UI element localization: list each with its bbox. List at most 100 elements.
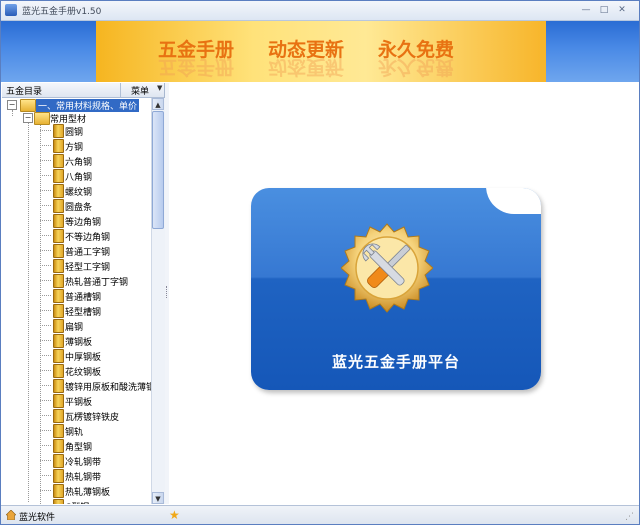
book-icon: [53, 469, 64, 483]
book-icon: [53, 304, 64, 318]
tree-item-label: 钢轨: [65, 428, 84, 438]
book-icon: [53, 439, 64, 453]
tree-item-label: 六角钢: [65, 158, 93, 168]
tree-item-label: 薄钢板: [65, 338, 93, 348]
tree-item-label: 普通工字钢: [65, 248, 111, 258]
book-icon: [53, 334, 64, 348]
tree-item-label: 八角钢: [65, 173, 93, 183]
maximize-button[interactable]: □: [597, 4, 611, 16]
book-icon: [53, 214, 64, 228]
book-icon: [53, 349, 64, 363]
tree-item[interactable]: C型钢: [2, 499, 151, 504]
tree-item[interactable]: 普通槽钢: [2, 289, 151, 303]
tree-item[interactable]: 镀锌用原板和酸洗薄钢板: [2, 379, 151, 393]
tree-item-label: 中厚钢板: [65, 353, 102, 363]
resize-grip-icon[interactable]: ⋰: [625, 512, 635, 522]
banner-slogan-2-reflection: 动态更新: [268, 56, 345, 78]
book-icon: [53, 154, 64, 168]
tree-item[interactable]: 六角钢: [2, 154, 151, 168]
tree-menu-label: 菜单: [131, 87, 150, 97]
tree-item[interactable]: 圆钢: [2, 124, 151, 138]
card-corner-cutout: [486, 188, 541, 214]
chevron-down-icon: ▼: [157, 84, 163, 92]
tree-item[interactable]: 角型钢: [2, 439, 151, 453]
book-icon: [53, 379, 64, 393]
book-icon: [53, 124, 64, 138]
platform-card-title: 蓝光五金手册平台: [331, 353, 460, 371]
book-icon: [53, 289, 64, 303]
scroll-down-icon[interactable]: ▼: [152, 492, 164, 504]
tree-item-label: 冷轧钢带: [65, 458, 102, 468]
tree-scrollbar[interactable]: ▲ ▼: [151, 98, 165, 504]
tree-item-label: 热轧薄钢板: [65, 488, 111, 498]
tree-node-group[interactable]: − 常用型材: [2, 111, 151, 125]
tree-item[interactable]: 螺纹钢: [2, 184, 151, 198]
tree-item-label: 轻型工字钢: [65, 263, 111, 273]
home-icon: [6, 510, 16, 520]
tree-item[interactable]: 方钢: [2, 139, 151, 153]
tree-item[interactable]: 圆盘条: [2, 199, 151, 213]
tree-item[interactable]: 轻型工字钢: [2, 259, 151, 273]
tree-item[interactable]: 轻型槽钢: [2, 304, 151, 318]
tree-item-label: 花纹钢板: [65, 368, 102, 378]
tree-item-label: 热轧普通丁字钢: [65, 278, 129, 288]
book-icon: [53, 484, 64, 498]
book-icon: [53, 499, 64, 504]
tree-item[interactable]: 瓦楞镀锌铁皮: [2, 409, 151, 423]
minimize-button[interactable]: —: [579, 4, 593, 16]
tree-item-label: 轻型槽钢: [65, 308, 102, 318]
tree-node-root[interactable]: − 一、常用材料规格、单价: [2, 98, 151, 112]
tree-item[interactable]: 冷轧钢带: [2, 454, 151, 468]
book-icon: [53, 199, 64, 213]
tree-item-label: C型钢: [65, 500, 89, 504]
tree-item[interactable]: 平钢板: [2, 394, 151, 408]
banner: 五金手册 动态更新 永久免费 五金手册 动态更新 永久免费: [96, 21, 546, 82]
book-icon: [53, 229, 64, 243]
star-icon[interactable]: ★: [169, 508, 180, 522]
book-icon: [53, 424, 64, 438]
tree-item-label: 不等边角钢: [65, 233, 111, 243]
tree-item[interactable]: 等边角钢: [2, 214, 151, 228]
app-icon: [5, 4, 17, 16]
tree-item[interactable]: 热轧薄钢板: [2, 484, 151, 498]
collapse-icon[interactable]: −: [23, 113, 33, 123]
tree-item[interactable]: 中厚钢板: [2, 349, 151, 363]
book-icon: [53, 139, 64, 153]
collapse-icon[interactable]: −: [7, 100, 17, 110]
tree-item[interactable]: 薄钢板: [2, 334, 151, 348]
platform-card[interactable]: 蓝光五金手册平台: [251, 188, 541, 390]
book-icon: [53, 259, 64, 273]
tree-item[interactable]: 八角钢: [2, 169, 151, 183]
tree-item[interactable]: 钢轨: [2, 424, 151, 438]
tree-item-label: 热轧钢带: [65, 473, 102, 483]
main-content: 蓝光五金手册平台: [169, 83, 639, 504]
book-icon: [53, 274, 64, 288]
tree-header: 五金目录 菜单 ▼: [2, 83, 164, 98]
book-icon: [53, 169, 64, 183]
title-bar[interactable]: 蓝光五金手册v1.50 — □ ✕: [1, 1, 639, 21]
wrench-screwdriver-icon: [341, 223, 433, 313]
tree-item-label: 等边角钢: [65, 218, 102, 228]
tree-item-label: 螺纹钢: [65, 188, 93, 198]
book-icon: [53, 244, 64, 258]
book-icon: [53, 319, 64, 333]
tree-item[interactable]: 扁钢: [2, 319, 151, 333]
tree-menu-dropdown[interactable]: 菜单 ▼: [120, 83, 165, 97]
banner-slogan-3-reflection: 永久免费: [378, 56, 455, 78]
catalog-tree-panel: 五金目录 菜单 ▼ − 一、常用材料规格、单价 − 常用型材 圆钢方钢六角钢八角…: [2, 83, 165, 504]
status-bar: 蓝光软件 ★ ⋰: [1, 505, 639, 524]
tree-item[interactable]: 花纹钢板: [2, 364, 151, 378]
book-icon: [53, 394, 64, 408]
scrollbar-thumb[interactable]: [152, 111, 164, 229]
tree-item-label: 角型钢: [65, 443, 93, 453]
tree-item-label: 镀锌用原板和酸洗薄钢板: [65, 383, 151, 393]
close-button[interactable]: ✕: [615, 4, 629, 16]
scroll-up-icon[interactable]: ▲: [152, 98, 164, 110]
tree-item[interactable]: 不等边角钢: [2, 229, 151, 243]
tree-item-label: 方钢: [65, 143, 84, 153]
tree-item[interactable]: 热轧钢带: [2, 469, 151, 483]
tree-item[interactable]: 普通工字钢: [2, 244, 151, 258]
book-icon: [53, 409, 64, 423]
tree-item-label: 平钢板: [65, 398, 93, 408]
tree-item[interactable]: 热轧普通丁字钢: [2, 274, 151, 288]
